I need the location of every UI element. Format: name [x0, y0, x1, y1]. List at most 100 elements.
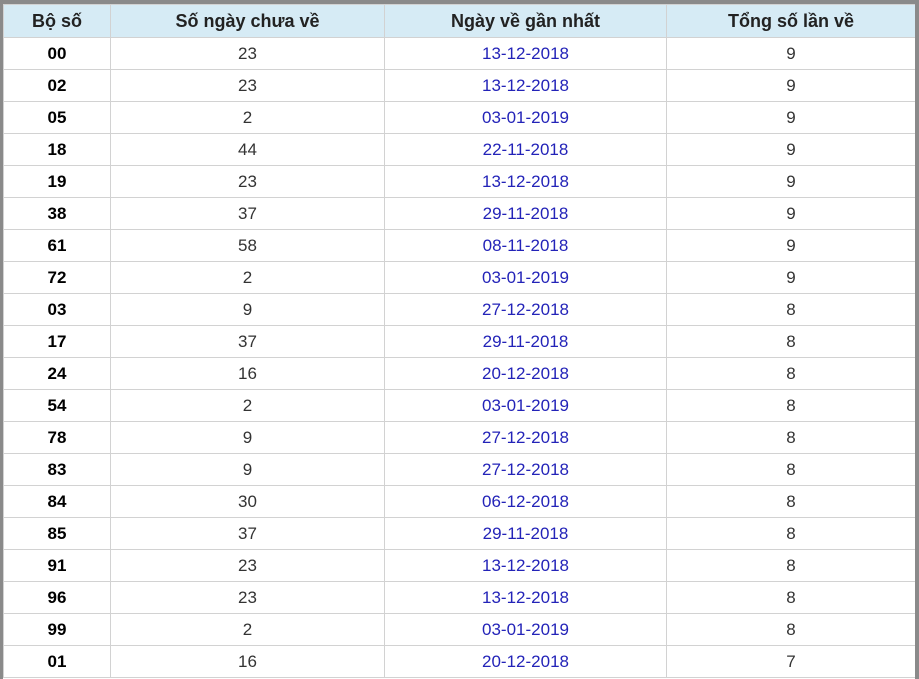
cell-tong-so-lan-ve: 8: [666, 357, 915, 390]
cell-tong-so-lan-ve: 8: [666, 453, 915, 486]
cell-ngay-ve-gan-nhat: 29-11-2018: [384, 197, 667, 230]
cell-bo-so: 99: [3, 613, 111, 646]
cell-bo-so: 38: [3, 197, 111, 230]
table-header: Bộ số Số ngày chưa về Ngày về gần nhất T…: [3, 4, 915, 38]
cell-so-ngay-chua-ve: 9: [110, 293, 385, 326]
cell-tong-so-lan-ve: 9: [666, 197, 915, 230]
table-row: 54 2 03-01-2019 8: [3, 389, 915, 422]
cell-so-ngay-chua-ve: 16: [110, 645, 385, 678]
table-row: 91 23 13-12-2018 8: [3, 549, 915, 582]
cell-ngay-ve-gan-nhat: 22-11-2018: [384, 133, 667, 166]
cell-so-ngay-chua-ve: 58: [110, 229, 385, 262]
cell-so-ngay-chua-ve: 23: [110, 165, 385, 198]
cell-so-ngay-chua-ve: 23: [110, 581, 385, 614]
table-row: 24 16 20-12-2018 8: [3, 357, 915, 390]
cell-ngay-ve-gan-nhat: 03-01-2019: [384, 261, 667, 294]
cell-tong-so-lan-ve: 9: [666, 261, 915, 294]
cell-tong-so-lan-ve: 7: [666, 645, 915, 678]
table-row: 03 9 27-12-2018 8: [3, 293, 915, 326]
cell-ngay-ve-gan-nhat: 27-12-2018: [384, 421, 667, 454]
cell-bo-so: 02: [3, 69, 111, 102]
cell-so-ngay-chua-ve: 2: [110, 389, 385, 422]
cell-tong-so-lan-ve: 8: [666, 581, 915, 614]
cell-ngay-ve-gan-nhat: 13-12-2018: [384, 69, 667, 102]
table-row: 18 44 22-11-2018 9: [3, 133, 915, 166]
cell-tong-so-lan-ve: 9: [666, 101, 915, 134]
cell-bo-so: 85: [3, 517, 111, 550]
cell-so-ngay-chua-ve: 9: [110, 453, 385, 486]
cell-ngay-ve-gan-nhat: 27-12-2018: [384, 453, 667, 486]
table-row: 17 37 29-11-2018 8: [3, 325, 915, 358]
table-row: 01 16 20-12-2018 7: [3, 645, 915, 678]
cell-so-ngay-chua-ve: 9: [110, 421, 385, 454]
cell-ngay-ve-gan-nhat: 03-01-2019: [384, 101, 667, 134]
cell-so-ngay-chua-ve: 23: [110, 37, 385, 70]
cell-bo-so: 91: [3, 549, 111, 582]
cell-ngay-ve-gan-nhat: 20-12-2018: [384, 645, 667, 678]
cell-bo-so: 54: [3, 389, 111, 422]
table-row: 84 30 06-12-2018 8: [3, 485, 915, 518]
cell-so-ngay-chua-ve: 37: [110, 517, 385, 550]
cell-tong-so-lan-ve: 9: [666, 133, 915, 166]
cell-so-ngay-chua-ve: 37: [110, 325, 385, 358]
cell-so-ngay-chua-ve: 16: [110, 357, 385, 390]
cell-tong-so-lan-ve: 8: [666, 325, 915, 358]
table-row: 72 2 03-01-2019 9: [3, 261, 915, 294]
cell-ngay-ve-gan-nhat: 29-11-2018: [384, 325, 667, 358]
cell-ngay-ve-gan-nhat: 27-12-2018: [384, 293, 667, 326]
cell-tong-so-lan-ve: 8: [666, 389, 915, 422]
cell-so-ngay-chua-ve: 23: [110, 69, 385, 102]
cell-tong-so-lan-ve: 8: [666, 613, 915, 646]
cell-ngay-ve-gan-nhat: 20-12-2018: [384, 357, 667, 390]
cell-so-ngay-chua-ve: 44: [110, 133, 385, 166]
cell-ngay-ve-gan-nhat: 03-01-2019: [384, 613, 667, 646]
cell-tong-so-lan-ve: 8: [666, 421, 915, 454]
cell-ngay-ve-gan-nhat: 13-12-2018: [384, 549, 667, 582]
cell-so-ngay-chua-ve: 23: [110, 549, 385, 582]
table-row: 78 9 27-12-2018 8: [3, 421, 915, 454]
table-body: 00 23 13-12-2018 9 02 23 13-12-2018 9 05 2 03-01-2…: [3, 37, 915, 678]
cell-ngay-ve-gan-nhat: 13-12-2018: [384, 37, 667, 70]
cell-bo-so: 00: [3, 37, 111, 70]
cell-ngay-ve-gan-nhat: 08-11-2018: [384, 229, 667, 262]
header-tong-so-lan-ve: Tổng số lần về: [666, 4, 915, 38]
cell-tong-so-lan-ve: 9: [666, 229, 915, 262]
cell-tong-so-lan-ve: 8: [666, 293, 915, 326]
table-row: 38 37 29-11-2018 9: [3, 197, 915, 230]
lottery-stats-table: Bộ số Số ngày chưa về Ngày về gần nhất T…: [3, 4, 915, 678]
cell-ngay-ve-gan-nhat: 13-12-2018: [384, 165, 667, 198]
table-row: 02 23 13-12-2018 9: [3, 69, 915, 102]
cell-so-ngay-chua-ve: 2: [110, 101, 385, 134]
header-row: Bộ số Số ngày chưa về Ngày về gần nhất T…: [3, 4, 915, 38]
cell-bo-so: 83: [3, 453, 111, 486]
table-row: 85 37 29-11-2018 8: [3, 517, 915, 550]
table-row: 99 2 03-01-2019 8: [3, 613, 915, 646]
cell-so-ngay-chua-ve: 2: [110, 613, 385, 646]
stats-panel: Bộ số Số ngày chưa về Ngày về gần nhất T…: [0, 0, 919, 679]
cell-tong-so-lan-ve: 9: [666, 165, 915, 198]
cell-bo-so: 01: [3, 645, 111, 678]
header-bo-so: Bộ số: [3, 4, 111, 38]
cell-tong-so-lan-ve: 9: [666, 69, 915, 102]
cell-bo-so: 24: [3, 357, 111, 390]
table-row: 19 23 13-12-2018 9: [3, 165, 915, 198]
table-row: 61 58 08-11-2018 9: [3, 229, 915, 262]
cell-tong-so-lan-ve: 9: [666, 37, 915, 70]
cell-tong-so-lan-ve: 8: [666, 485, 915, 518]
cell-ngay-ve-gan-nhat: 13-12-2018: [384, 581, 667, 614]
cell-so-ngay-chua-ve: 37: [110, 197, 385, 230]
table-row: 05 2 03-01-2019 9: [3, 101, 915, 134]
cell-bo-so: 78: [3, 421, 111, 454]
cell-bo-so: 96: [3, 581, 111, 614]
header-ngay-ve-gan-nhat: Ngày về gần nhất: [384, 4, 667, 38]
cell-tong-so-lan-ve: 8: [666, 517, 915, 550]
cell-ngay-ve-gan-nhat: 06-12-2018: [384, 485, 667, 518]
cell-tong-so-lan-ve: 8: [666, 549, 915, 582]
cell-bo-so: 05: [3, 101, 111, 134]
cell-bo-so: 19: [3, 165, 111, 198]
cell-bo-so: 03: [3, 293, 111, 326]
cell-bo-so: 17: [3, 325, 111, 358]
cell-bo-so: 61: [3, 229, 111, 262]
cell-so-ngay-chua-ve: 30: [110, 485, 385, 518]
cell-ngay-ve-gan-nhat: 29-11-2018: [384, 517, 667, 550]
